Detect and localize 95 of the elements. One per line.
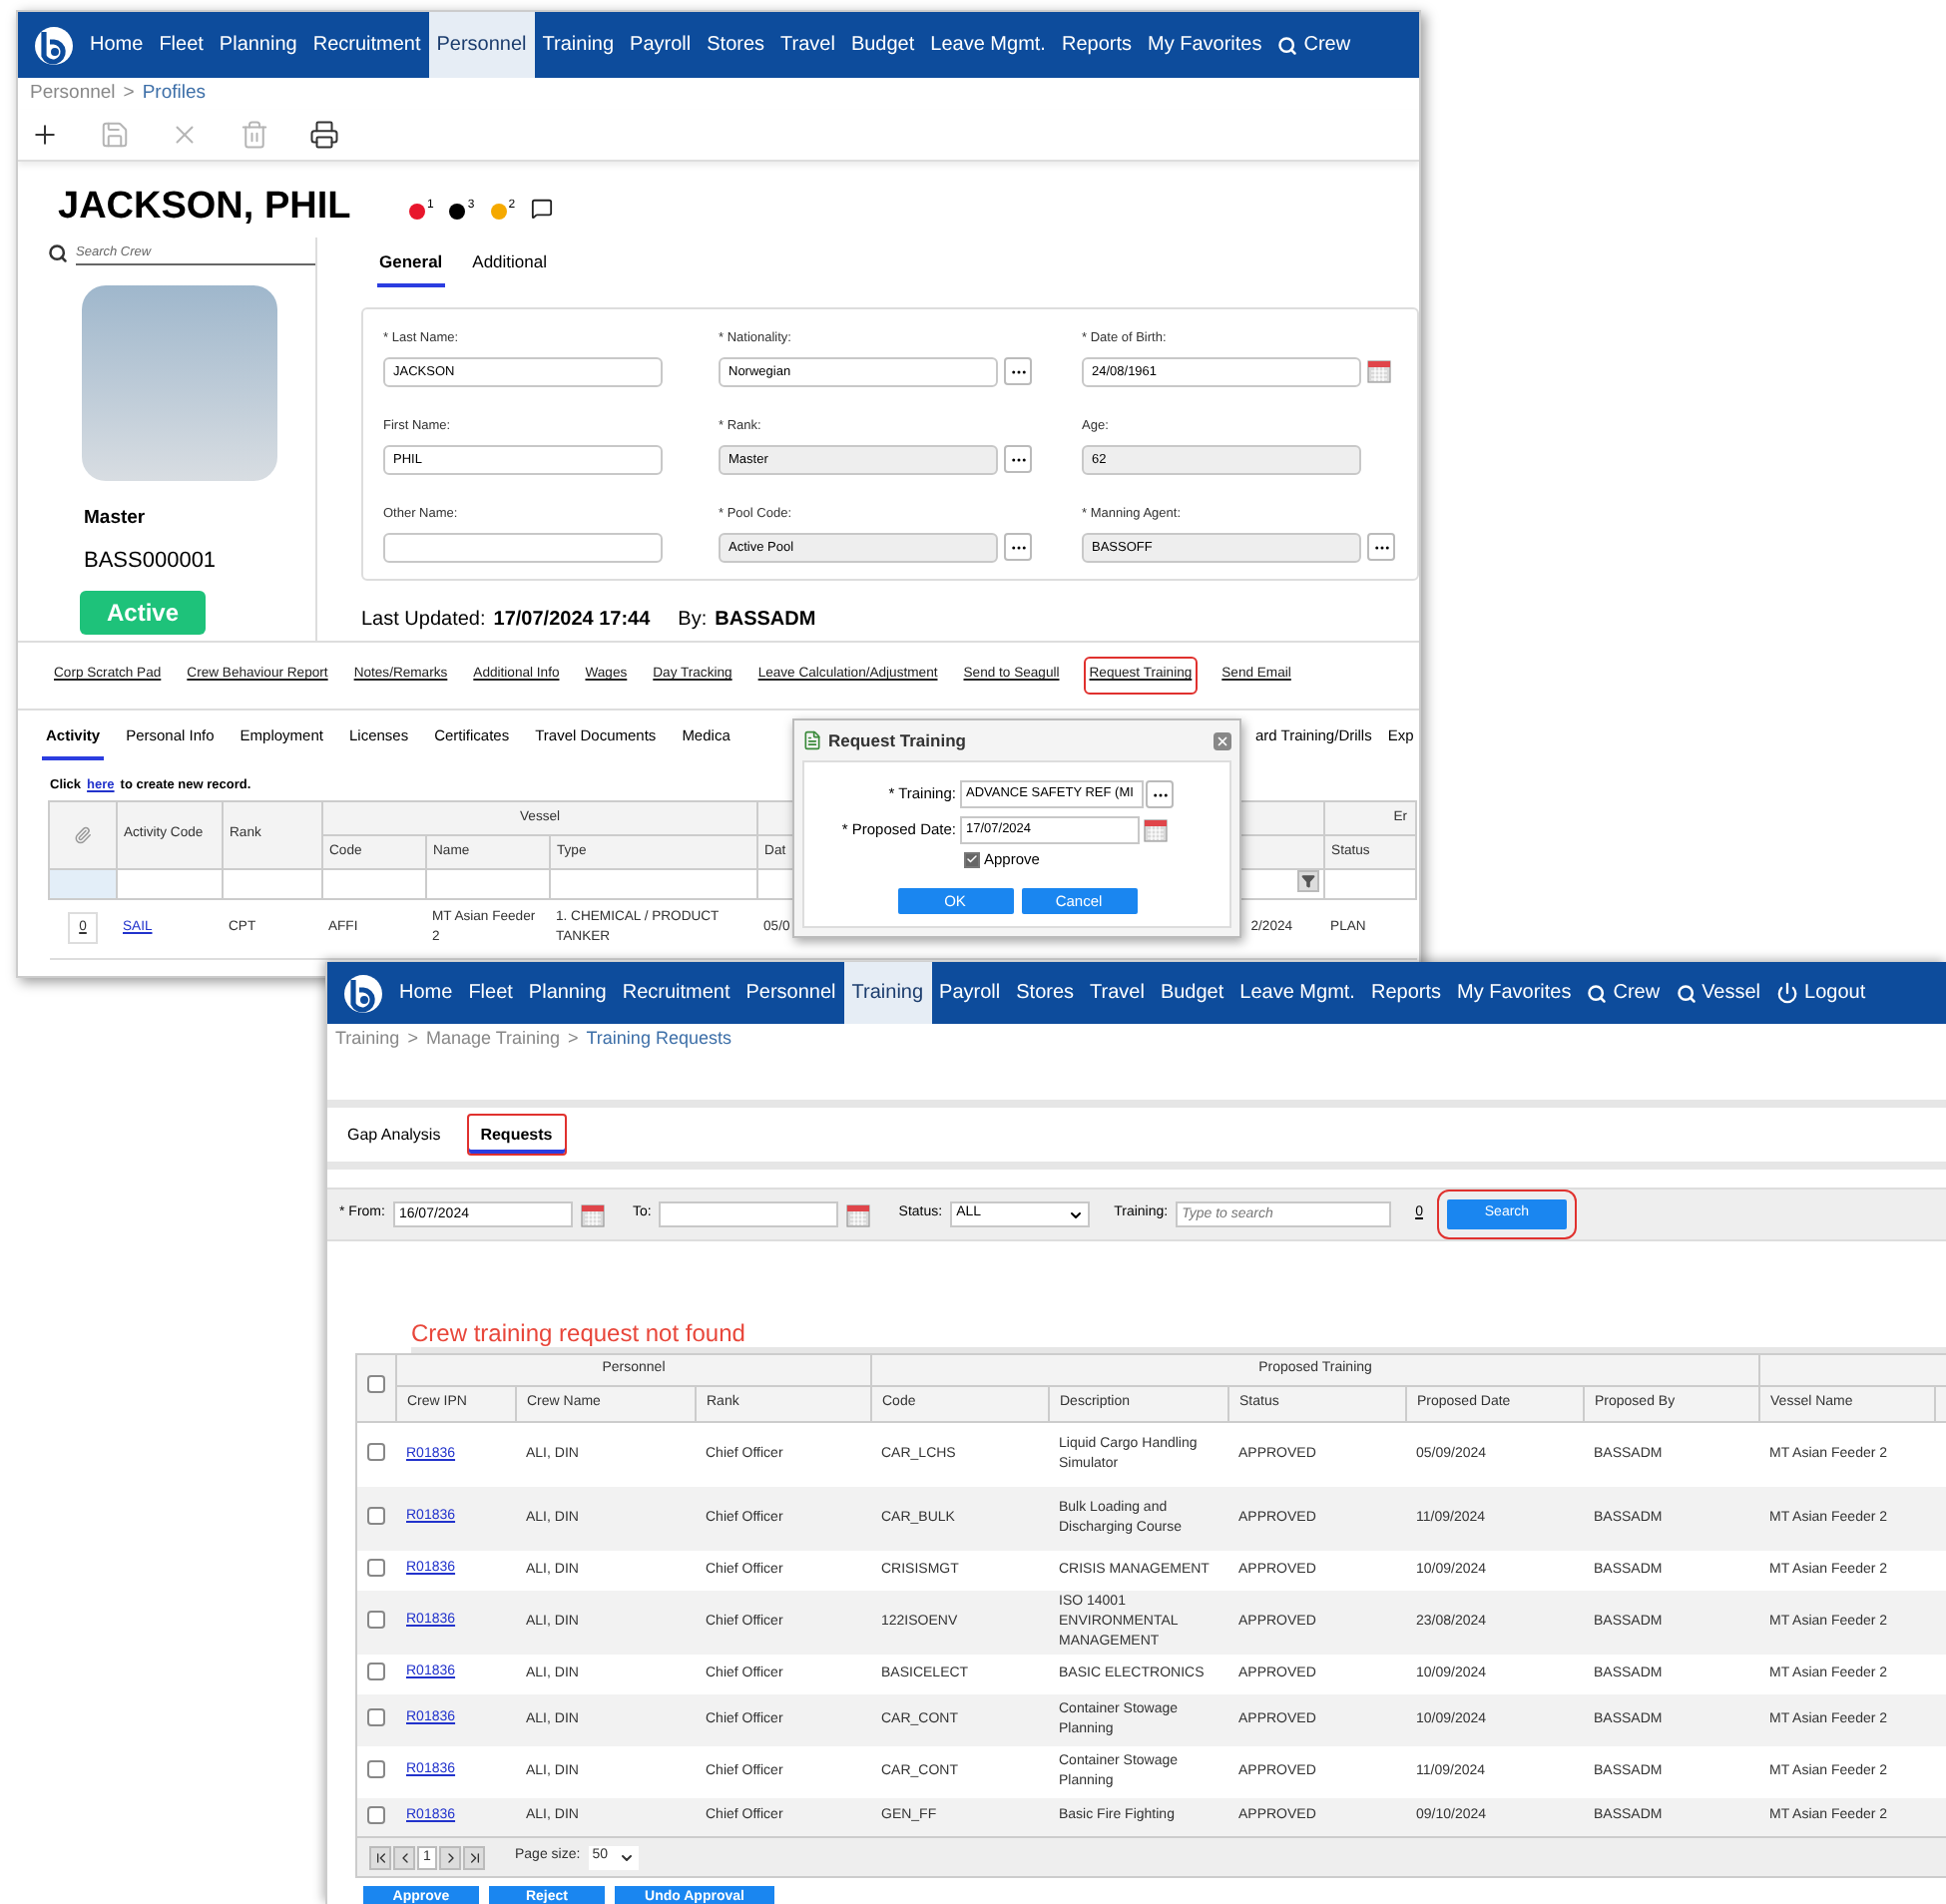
row-checkbox[interactable] xyxy=(367,1507,386,1526)
nav-item[interactable]: Stores xyxy=(699,12,773,78)
last-updated-value: 17/07/2024 17:44 xyxy=(493,606,651,635)
search-icon xyxy=(1587,983,1608,1003)
nav-item[interactable]: Personnel xyxy=(428,12,535,78)
breadcrumb-item[interactable]: Training Requests xyxy=(586,1026,731,1054)
row-checkbox[interactable] xyxy=(367,1611,386,1630)
lookup-button[interactable] xyxy=(1004,445,1032,473)
nav-item[interactable]: Payroll xyxy=(931,962,1009,1024)
first-page-icon xyxy=(372,1849,388,1865)
nav-item[interactable]: Leave Mgmt. xyxy=(922,12,1054,78)
error-message: Crew training request not found xyxy=(411,1321,745,1347)
nav-item[interactable]: Recruitment xyxy=(304,12,429,78)
row-checkbox[interactable] xyxy=(367,1708,386,1727)
crew-rank: Master xyxy=(84,505,148,533)
breadcrumb-item[interactable]: Profiles xyxy=(142,79,207,109)
nav-item[interactable]: Crew xyxy=(1579,962,1669,1024)
nav-item[interactable]: Payroll xyxy=(622,12,700,78)
updated-by-value: BASSADM xyxy=(715,606,816,635)
close-button[interactable] xyxy=(1214,731,1231,749)
close-icon xyxy=(1216,733,1229,747)
tab[interactable]: Gap Analysis xyxy=(333,1114,455,1156)
filter-icon xyxy=(1301,874,1316,889)
calendar-icon[interactable] xyxy=(846,1202,871,1226)
nav-item[interactable]: Reports xyxy=(1053,12,1140,78)
crew-name: JACKSON, PHIL xyxy=(56,183,353,232)
last-page-button[interactable] xyxy=(463,1845,485,1869)
form-icon xyxy=(802,730,822,750)
nav-item[interactable]: Training xyxy=(843,962,932,1024)
nav-item[interactable]: Budget xyxy=(842,12,923,78)
breadcrumb-item[interactable]: Personnel xyxy=(30,79,116,109)
row-checkbox[interactable] xyxy=(367,1805,386,1824)
breadcrumb-separator: > xyxy=(568,1026,579,1053)
row-checkbox[interactable] xyxy=(367,1760,386,1779)
calendar-icon[interactable] xyxy=(580,1202,605,1226)
nav-item[interactable]: Training xyxy=(534,12,623,78)
chevron-down-icon xyxy=(1068,1206,1085,1222)
nav-item[interactable]: My Favorites xyxy=(1139,12,1270,78)
add-icon[interactable] xyxy=(30,120,60,150)
nav-item[interactable]: Personnel xyxy=(737,962,844,1024)
nav-item[interactable]: Crew xyxy=(1269,12,1359,78)
tab[interactable]: Additional xyxy=(472,245,547,287)
nav-item[interactable]: Recruitment xyxy=(614,962,738,1024)
lookup-button[interactable] xyxy=(1367,533,1395,561)
chevron-down-icon xyxy=(619,1849,636,1865)
nav-item[interactable]: Leave Mgmt. xyxy=(1231,962,1363,1024)
calendar-icon[interactable] xyxy=(1367,359,1391,383)
to-date-field[interactable] xyxy=(659,1201,839,1227)
search-icon xyxy=(1676,983,1697,1003)
approve-checkbox[interactable] xyxy=(964,851,980,868)
row-checkbox[interactable] xyxy=(367,1663,386,1681)
tab[interactable]: Requests xyxy=(466,1114,567,1156)
lookup-button[interactable] xyxy=(1004,357,1032,385)
nav-item[interactable]: Fleet xyxy=(460,962,521,1024)
breadcrumb-separator: > xyxy=(407,1026,418,1053)
nav-item[interactable]: Travel xyxy=(1082,962,1153,1024)
logo-icon[interactable] xyxy=(34,25,74,65)
logo-icon[interactable] xyxy=(343,973,383,1013)
text-field[interactable] xyxy=(383,532,663,562)
row-checkbox[interactable] xyxy=(367,1443,386,1462)
nav-item[interactable]: Vessel xyxy=(1668,962,1769,1024)
breadcrumb-item[interactable]: Training xyxy=(335,1026,400,1054)
dialog-title: Request Training xyxy=(828,727,966,753)
nav-item[interactable]: Travel xyxy=(772,12,843,78)
nav-item[interactable]: Logout xyxy=(1768,962,1874,1024)
search-icon xyxy=(48,243,68,263)
breadcrumb-item[interactable]: Manage Training xyxy=(425,1026,560,1054)
updated-by-label: By: xyxy=(678,606,708,635)
tab[interactable]: General xyxy=(377,245,445,287)
nav-item[interactable]: Stores xyxy=(1008,962,1083,1024)
nav-item[interactable]: Budget xyxy=(1152,962,1232,1024)
crew-code: BASS000001 xyxy=(84,547,219,578)
last-updated-label: Last Updated: xyxy=(361,606,486,635)
first-page-button[interactable] xyxy=(369,1845,391,1869)
nav-item[interactable]: Reports xyxy=(1362,962,1449,1024)
row-checkbox[interactable] xyxy=(367,1559,386,1578)
select-all-checkbox[interactable] xyxy=(367,1374,385,1393)
nav-item[interactable]: Planning xyxy=(211,12,305,78)
filter-button[interactable] xyxy=(1297,870,1320,893)
check-icon xyxy=(966,852,978,867)
printer-icon[interactable] xyxy=(309,120,339,150)
comment-icon[interactable] xyxy=(531,197,554,219)
lookup-button[interactable] xyxy=(1004,533,1032,561)
last-page-icon xyxy=(466,1849,482,1865)
paperclip-icon xyxy=(74,825,92,844)
calendar-icon[interactable] xyxy=(1144,818,1168,842)
lookup-button[interactable] xyxy=(1146,780,1174,808)
nav-item[interactable]: Home xyxy=(391,962,461,1024)
nav-item[interactable]: Home xyxy=(82,12,152,78)
breadcrumb-separator: > xyxy=(123,79,135,108)
nav-item[interactable]: Planning xyxy=(520,962,615,1024)
nav-item[interactable]: My Favorites xyxy=(1448,962,1580,1024)
nav-item[interactable]: Fleet xyxy=(151,12,212,78)
power-icon xyxy=(1776,982,1799,1004)
search-icon xyxy=(1277,35,1298,55)
